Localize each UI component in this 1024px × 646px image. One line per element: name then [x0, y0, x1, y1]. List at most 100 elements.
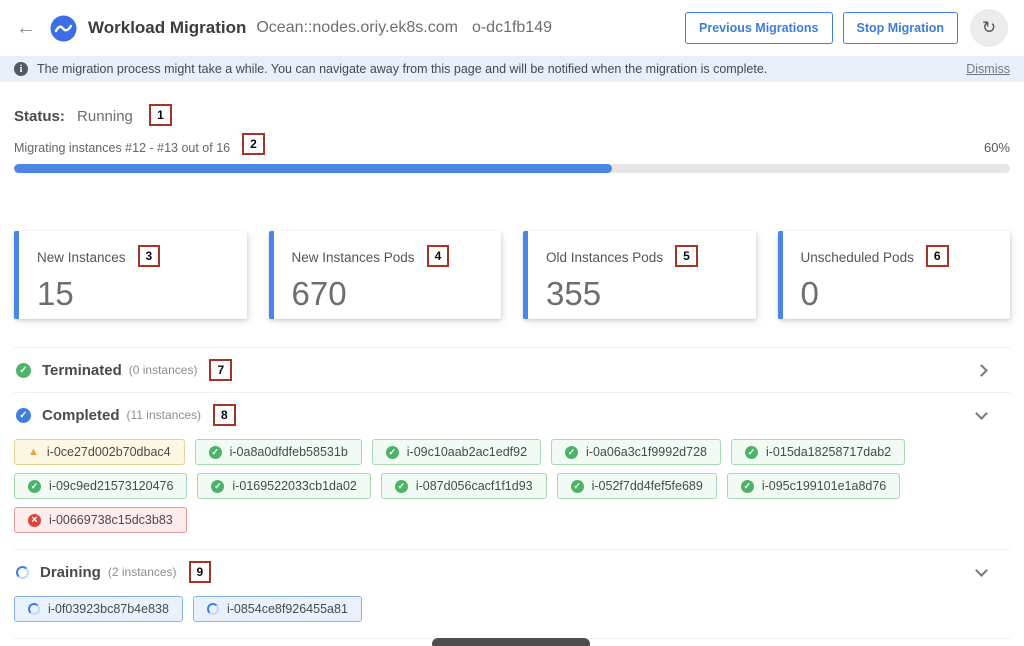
section-count: (11 instances)	[127, 408, 201, 422]
migrating-instances-text: Migrating instances #12 - #13 out of 16	[14, 141, 230, 155]
card-label: Old Instances Pods	[546, 250, 663, 265]
ocean-logo-icon	[50, 15, 77, 42]
stop-migration-button[interactable]: Stop Migration	[843, 12, 959, 44]
section-completed: ✓ Completed (11 instances) 8 ▲ i-0ce27d00…	[14, 392, 1010, 549]
section-count: (0 instances)	[129, 363, 198, 377]
spinner-icon	[16, 566, 29, 579]
card-value: 355	[546, 275, 738, 313]
error-icon: ×	[28, 514, 41, 527]
instance-id: i-0a06a3c1f9992d728	[586, 445, 707, 459]
instance-chip: ✓ i-087d056cacf1f1d93	[381, 473, 547, 499]
instance-id: i-09c9ed21573120476	[49, 479, 173, 493]
chevron-down-icon[interactable]	[975, 407, 988, 420]
check-circle-icon: ✓	[16, 408, 31, 423]
success-icon: ✓	[28, 480, 41, 493]
annotation-marker: 1	[149, 104, 172, 126]
check-circle-icon: ✓	[16, 363, 31, 378]
card-value: 0	[801, 275, 993, 313]
card-label: New Instances Pods	[292, 250, 415, 265]
annotation-marker: 6	[926, 245, 949, 267]
info-icon: i	[14, 62, 28, 76]
chevron-down-icon[interactable]	[975, 564, 988, 577]
card-value: 670	[292, 275, 484, 313]
migration-progress-row: Migrating instances #12 - #13 out of 16 …	[14, 133, 1010, 155]
section-terminated-header[interactable]: ✓ Terminated (0 instances) 7	[14, 348, 1010, 392]
card-label: New Instances	[37, 250, 126, 265]
annotation-marker: 9	[189, 561, 212, 583]
success-icon: ✓	[565, 446, 578, 459]
annotation-marker: 2	[242, 133, 265, 155]
card-new-instances-pods: New Instances Pods 4 670	[269, 231, 502, 319]
instance-chip: i-0f03923bc87b4e838	[14, 596, 183, 622]
instance-chip: ✓ i-0a06a3c1f9992d728	[551, 439, 721, 465]
instance-id: i-09c10aab2ac1edf92	[407, 445, 527, 459]
section-count: (2 instances)	[108, 565, 177, 579]
spinner-icon	[28, 603, 40, 615]
instance-id: i-0854ce8f926455a81	[227, 602, 348, 616]
success-icon: ✓	[386, 446, 399, 459]
progress-bar-fill	[14, 164, 612, 173]
chevron-icon[interactable]	[975, 364, 988, 377]
success-icon: ✓	[211, 480, 224, 493]
refresh-button[interactable]: ↻	[970, 9, 1008, 47]
card-new-instances: New Instances 3 15	[14, 231, 247, 319]
status-label: Status:	[14, 108, 65, 125]
instance-id: i-052f7dd4fef5fe689	[592, 479, 703, 493]
instance-chip: ✓ i-0169522033cb1da02	[197, 473, 370, 499]
instance-id: i-0169522033cb1da02	[232, 479, 356, 493]
previous-migrations-button[interactable]: Previous Migrations	[685, 12, 832, 44]
success-icon: ✓	[209, 446, 222, 459]
progress-bar	[14, 164, 1010, 173]
section-label: Terminated	[42, 362, 122, 379]
page-header: ← Workload Migration Ocean::nodes.oriy.e…	[0, 0, 1024, 56]
instance-chip: × i-00669738c15dc3b83	[14, 507, 187, 533]
annotation-marker: 3	[138, 245, 161, 267]
success-icon: ✓	[571, 480, 584, 493]
instance-id: i-0a8a0dfdfeb58531b	[230, 445, 348, 459]
instance-id: i-095c199101e1a8d76	[762, 479, 886, 493]
success-icon: ✓	[395, 480, 408, 493]
section-terminated: ✓ Terminated (0 instances) 7	[14, 347, 1010, 392]
instance-id: i-00669738c15dc3b83	[49, 513, 173, 527]
section-draining: Draining (2 instances) 9 i-0f03923bc87b4…	[14, 549, 1010, 638]
annotation-marker: 8	[213, 404, 236, 426]
instance-chip: ✓ i-052f7dd4fef5fe689	[557, 473, 717, 499]
instance-chip: ✓ i-09c10aab2ac1edf92	[372, 439, 541, 465]
instance-chip: ✓i-095c199101e1a8d76	[727, 473, 900, 499]
banner-text: The migration process might take a while…	[37, 62, 767, 76]
page-title: Workload Migration	[88, 18, 246, 38]
instance-chip: ✓ i-09c9ed21573120476	[14, 473, 187, 499]
back-arrow-icon[interactable]: ←	[16, 17, 36, 40]
status-value: Running	[77, 108, 133, 125]
card-label: Unscheduled Pods	[801, 250, 914, 265]
migration-id: o-dc1fb149	[472, 19, 552, 37]
dismiss-link[interactable]: Dismiss	[966, 62, 1010, 76]
card-value: 15	[37, 275, 229, 313]
instance-sections: ✓ Terminated (0 instances) 7 ✓ Completed…	[14, 347, 1010, 646]
refresh-icon: ↻	[982, 18, 996, 38]
info-banner: i The migration process might take a whi…	[0, 56, 1024, 82]
card-old-instances-pods: Old Instances Pods5 355	[523, 231, 756, 319]
instance-id: i-0ce27d002b70dbac4	[47, 445, 171, 459]
annotation-marker: 4	[427, 245, 450, 267]
section-label: Completed	[42, 407, 120, 424]
instance-chip: ✓ i-015da18258717dab2	[731, 439, 905, 465]
spinner-icon	[207, 603, 219, 615]
instance-chips: i-0f03923bc87b4e838 i-0854ce8f926455a81	[14, 594, 1010, 638]
instance-id: i-015da18258717dab2	[766, 445, 891, 459]
instance-id: i-087d056cacf1f1d93	[416, 479, 533, 493]
card-unscheduled-pods: Unscheduled Pods 6 0	[778, 231, 1011, 319]
section-completed-header[interactable]: ✓ Completed (11 instances) 8	[14, 393, 1010, 437]
instance-chips: ▲ i-0ce27d002b70dbac4 ✓ i-0a8a0dfdfeb58531b…	[14, 437, 1010, 549]
annotation-marker: 7	[209, 359, 232, 381]
status-row: Status: Running 1	[14, 104, 1010, 126]
instance-chip: ✓ i-0a8a0dfdfeb58531b	[195, 439, 362, 465]
cluster-name: Ocean::nodes.oriy.ek8s.com	[256, 19, 458, 37]
instance-chip: ▲ i-0ce27d002b70dbac4	[14, 439, 185, 465]
success-icon: ✓	[745, 446, 758, 459]
bottom-cutoff-tooltip	[432, 638, 590, 646]
warning-icon: ▲	[28, 447, 39, 458]
section-draining-header[interactable]: Draining (2 instances) 9	[14, 550, 1010, 594]
instance-id: i-0f03923bc87b4e838	[48, 602, 169, 616]
stat-cards: New Instances 3 15 New Instances Pods 4 67…	[14, 231, 1010, 319]
